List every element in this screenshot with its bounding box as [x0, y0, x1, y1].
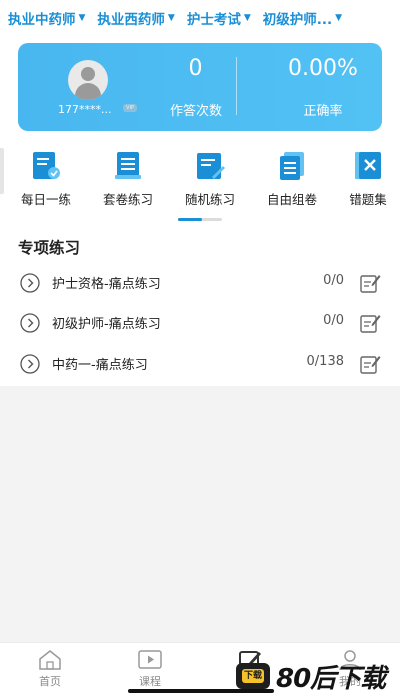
- tab-label: 护士考试: [186, 12, 241, 28]
- watermark-logo-text: 下载: [242, 669, 264, 683]
- chevron-circle-icon: [20, 273, 40, 293]
- quick-item-daily[interactable]: 每日一练: [11, 150, 81, 208]
- tab-label: 执业西药师: [97, 12, 165, 28]
- tab-category-2[interactable]: 执业西药师 ▼: [97, 8, 174, 28]
- quick-item-custom[interactable]: 自由组卷: [257, 150, 327, 208]
- watermark-text: 80后下载: [276, 663, 386, 694]
- caret-down-icon: ▼: [167, 13, 175, 23]
- nav-course[interactable]: 课程: [120, 649, 180, 689]
- nav-label: 首页: [39, 675, 61, 688]
- practice-item-count: 0/138: [306, 354, 344, 369]
- wrong-book-icon: [355, 152, 381, 179]
- edit-icon[interactable]: [359, 272, 381, 294]
- edit-icon[interactable]: [359, 312, 381, 334]
- practice-item-label: 护士资格-痛点练习: [52, 277, 161, 292]
- user-phone: 177****...: [58, 103, 112, 116]
- avatar[interactable]: [68, 60, 108, 100]
- practice-item-label: 中药一-痛点练习: [52, 358, 148, 373]
- papers-icon: [280, 152, 304, 180]
- accuracy-value: 0.00%: [288, 56, 358, 81]
- home-icon: [39, 650, 61, 670]
- caret-down-icon: ▼: [335, 13, 343, 23]
- nav-label: 课程: [139, 675, 161, 688]
- tab-category-3[interactable]: 护士考试 ▼: [187, 8, 251, 28]
- chevron-circle-icon: [20, 354, 40, 374]
- quick-item-label: 随机练习: [184, 192, 235, 207]
- play-icon: [138, 650, 162, 669]
- stats-divider: [236, 57, 237, 115]
- calendar-check-icon: [33, 152, 60, 179]
- practice-item[interactable]: 护士资格-痛点练习 0/0: [0, 264, 400, 304]
- nav-home[interactable]: 首页: [20, 649, 80, 689]
- watermark: 下载 80后下载: [236, 660, 400, 694]
- section-title: 专项练习: [18, 239, 81, 257]
- practice-item[interactable]: 初级护师-痛点练习 0/0: [0, 304, 400, 344]
- scroll-edge: [0, 148, 4, 194]
- practice-item-label: 初级护师-痛点练习: [52, 317, 161, 332]
- quick-item-label: 套卷练习: [102, 192, 153, 207]
- quick-item-label: 每日一练: [20, 192, 71, 207]
- quick-item-random[interactable]: 随机练习: [175, 150, 245, 208]
- caret-down-icon: ▼: [78, 13, 86, 23]
- category-tab-bar: 执业中药师 ▼ 执业西药师 ▼ 护士考试 ▼ 初级护师... ▼: [0, 0, 400, 36]
- random-note-icon: [197, 153, 225, 179]
- document-stack-icon: [115, 152, 141, 179]
- edit-icon[interactable]: [359, 353, 381, 375]
- caret-down-icon: ▼: [243, 13, 251, 23]
- practice-item-count: 0/0: [323, 313, 344, 328]
- accuracy-label: 正确率: [303, 104, 343, 119]
- vip-badge: VIP: [123, 104, 137, 112]
- quick-item-papers[interactable]: 套卷练习: [93, 150, 163, 208]
- tab-category-4[interactable]: 初级护师... ▼: [263, 8, 342, 28]
- answer-count-label: 作答次数: [169, 104, 222, 119]
- watermark-logo: 下载: [236, 663, 270, 689]
- stats-card: 177****... VIP 0 作答次数 0.00% 正确率: [18, 43, 382, 131]
- tab-label: 执业中药师: [8, 12, 76, 28]
- quick-menu-scroll-indicator: [178, 218, 222, 221]
- quick-item-label: 错题集: [349, 192, 387, 207]
- quick-item-wrong-book[interactable]: 错题集: [333, 150, 400, 208]
- scroll-indicator-fill: [178, 218, 203, 221]
- tab-label: 初级护师...: [262, 12, 333, 28]
- answer-count-value: 0: [188, 56, 203, 81]
- practice-item[interactable]: 中药一-痛点练习 0/138: [0, 345, 400, 385]
- practice-item-count: 0/0: [323, 273, 344, 288]
- quick-item-label: 自由组卷: [266, 192, 317, 207]
- tab-category-1[interactable]: 执业中药师 ▼: [8, 8, 85, 28]
- chevron-circle-icon: [20, 313, 40, 333]
